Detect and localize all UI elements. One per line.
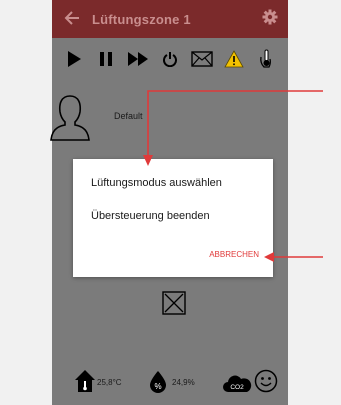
action-dialog: Lüftungsmodus auswählen Übersteuerung be…: [73, 159, 273, 277]
fast-forward-icon[interactable]: [124, 45, 152, 73]
arrow-left-icon[interactable]: [52, 9, 92, 30]
humidity-value: 24,9%: [172, 378, 195, 387]
profile-label: Default: [114, 111, 143, 121]
gear-icon[interactable]: [252, 9, 288, 30]
temperature-value: 25,8°C: [97, 378, 122, 387]
warning-icon[interactable]: [220, 45, 248, 73]
play-icon[interactable]: [60, 45, 88, 73]
close-icon[interactable]: [162, 291, 186, 320]
cancel-button[interactable]: ABBRECHEN: [209, 250, 259, 259]
co2-cloud-icon: CO2: [222, 374, 252, 399]
mail-icon[interactable]: [188, 45, 216, 73]
house-thermometer-icon: [74, 369, 96, 398]
co2-label: CO2: [230, 384, 244, 391]
toolbar: [52, 42, 288, 76]
select-ventilation-mode-option[interactable]: Lüftungsmodus auswählen: [91, 177, 222, 189]
app-bar: Lüftungszone 1: [52, 0, 288, 38]
user-icon: [46, 92, 94, 149]
page-title: Lüftungszone 1: [92, 11, 191, 27]
smiley-icon: [254, 369, 278, 398]
humidity-icon: %: [148, 370, 168, 399]
power-icon[interactable]: [156, 45, 184, 73]
end-override-option[interactable]: Übersteuerung beenden: [91, 210, 210, 222]
status-bar: 25,8°C % 24,9% CO2: [52, 366, 288, 396]
svg-text:%: %: [154, 382, 161, 391]
thermometer-hand-icon[interactable]: [252, 45, 280, 73]
pause-icon[interactable]: [92, 45, 120, 73]
